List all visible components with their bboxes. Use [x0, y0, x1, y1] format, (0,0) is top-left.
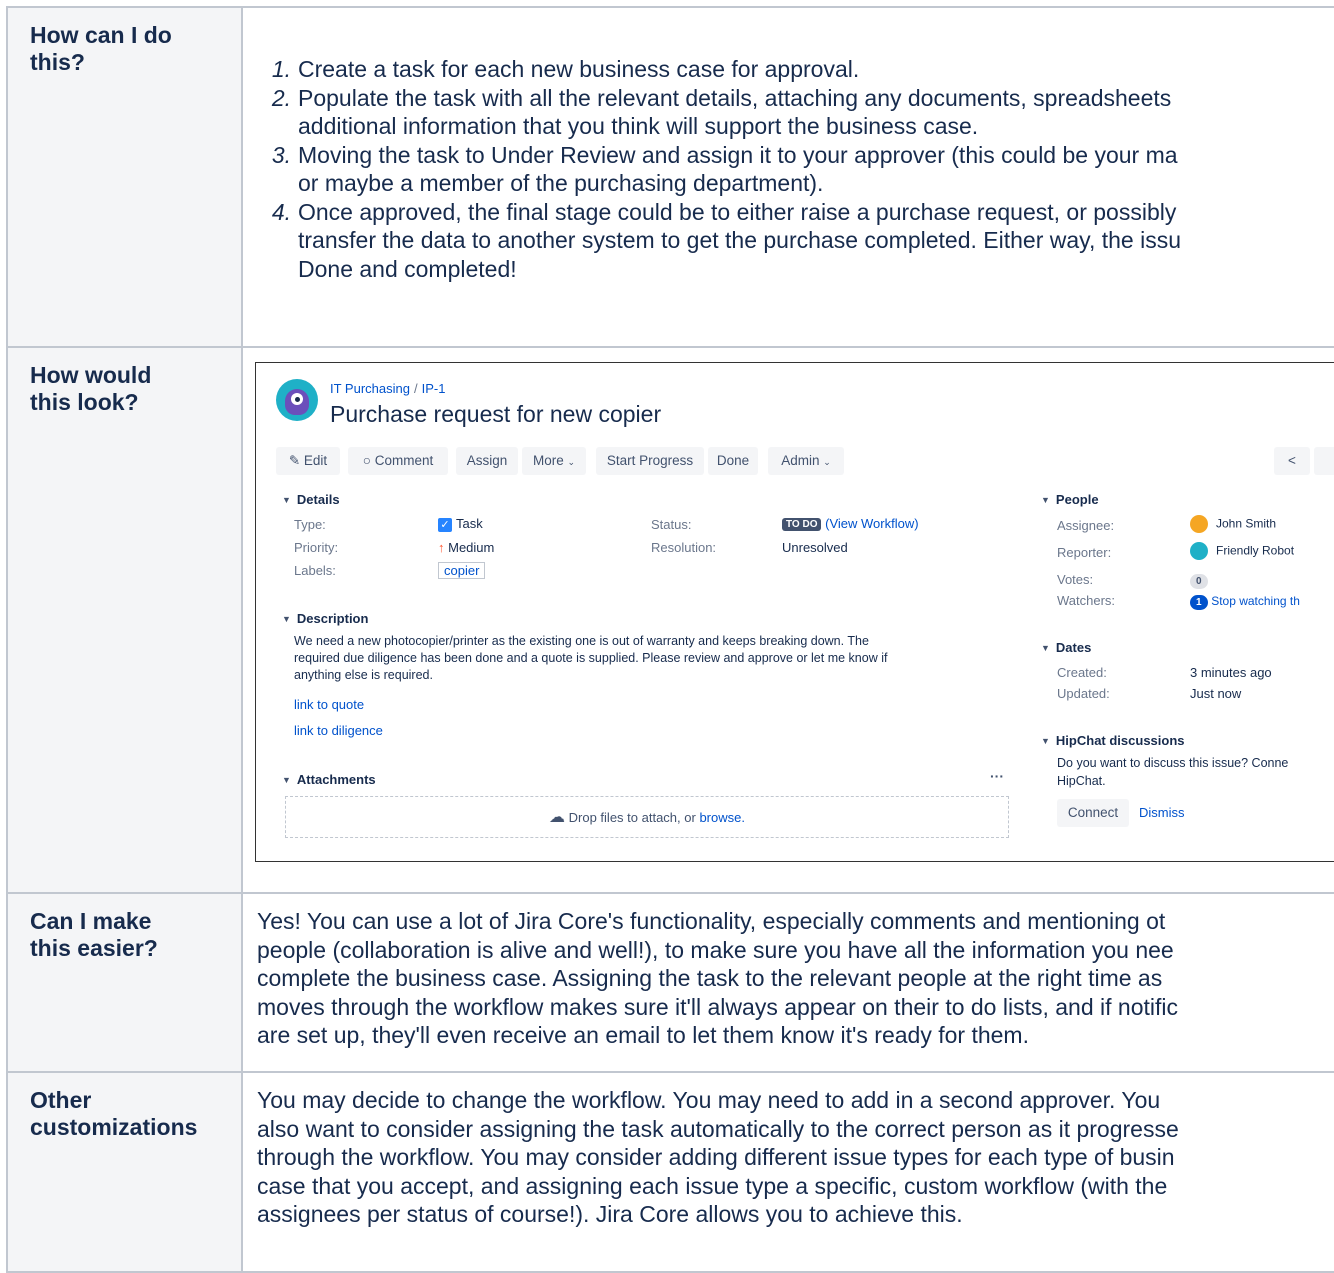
- resolution-value: Unresolved: [782, 540, 848, 555]
- list-item: 1. Create a task for each new business ca…: [271, 56, 860, 82]
- row-header: How would this look?: [30, 362, 152, 415]
- attachment-dropzone[interactable]: ☁ Drop files to attach, or browse.: [285, 796, 1009, 838]
- assign-button[interactable]: Assign: [456, 447, 518, 475]
- row-header-cell: How would this look?: [6, 346, 243, 894]
- people-heading[interactable]: ▼ People: [1041, 492, 1099, 507]
- votes-value[interactable]: 0: [1190, 572, 1208, 589]
- table-row: Other customizations You may decide to c…: [6, 1071, 1334, 1273]
- row-body-cell: Yes! You can use a lot of Jira Core's fu…: [241, 892, 1334, 1073]
- row-body-cell: 1. Create a task for each new business ca…: [241, 6, 1334, 348]
- comment-button[interactable]: ○ Comment: [348, 447, 448, 475]
- content-table: How can I do this? 1. Create a task for e…: [6, 6, 1334, 1273]
- status-badge[interactable]: TO DO: [782, 518, 822, 531]
- updated-label: Updated:: [1057, 686, 1110, 701]
- done-button[interactable]: Done: [708, 447, 758, 475]
- labels-label: Labels:: [294, 563, 336, 578]
- checkbox-icon: ✓: [438, 518, 452, 532]
- edit-button[interactable]: ✎ Edit: [276, 447, 340, 475]
- row-header: Other customizations: [30, 1087, 198, 1140]
- table-row: How would this look? IT Purchasing / IP-1 …: [6, 346, 1334, 894]
- breadcrumb-issue-key[interactable]: IP-1: [422, 381, 446, 396]
- details-heading[interactable]: ▼ Details: [282, 492, 340, 507]
- comment-icon: ○: [362, 453, 371, 468]
- watchers-label: Watchers:: [1057, 593, 1116, 608]
- priority-label: Priority:: [294, 540, 339, 555]
- attachments-more-button[interactable]: ···: [990, 768, 1004, 784]
- customizations-paragraph: You may decide to change the workflow. Y…: [257, 1087, 1179, 1227]
- resolution-label: Resolution:: [651, 540, 717, 555]
- dismiss-link[interactable]: Dismiss: [1139, 805, 1185, 820]
- pencil-icon: ✎: [288, 453, 301, 468]
- row-body-cell: You may decide to change the workflow. Y…: [241, 1071, 1334, 1273]
- votes-label: Votes:: [1057, 572, 1094, 587]
- breadcrumb-project[interactable]: IT Purchasing: [330, 381, 410, 396]
- updated-value: Just now: [1190, 686, 1242, 701]
- row-header: How can I do this?: [30, 22, 172, 75]
- table-row: Can I make this easier? Yes! You can use…: [6, 892, 1334, 1073]
- attachments-heading[interactable]: ▼ Attachments: [282, 772, 376, 787]
- row-body-cell: IT Purchasing / IP-1 Purchase request for …: [241, 346, 1334, 894]
- type-label: Type:: [294, 517, 326, 532]
- cloud-upload-icon: ☁: [549, 809, 566, 826]
- hipchat-heading[interactable]: ▼ HipChat discussions: [1041, 733, 1185, 748]
- row-header-cell: Other customizations: [6, 1071, 243, 1273]
- share-icon: <: [1288, 453, 1296, 468]
- project-avatar: [276, 379, 318, 421]
- chevron-down-icon: ▼: [1041, 495, 1050, 505]
- watchers-value[interactable]: 1 Stop watching th: [1190, 593, 1300, 610]
- chevron-down-icon: ⌄: [567, 457, 576, 467]
- list-item: 3. Moving the task to Under Review and as…: [271, 141, 1178, 197]
- list-item: 2. Populate the task with all the relevan…: [271, 84, 1172, 140]
- dates-heading[interactable]: ▼ Dates: [1041, 640, 1091, 655]
- stop-watching-link[interactable]: Stop watching th: [1211, 594, 1300, 608]
- more-button[interactable]: More ⌄: [522, 447, 586, 475]
- status-label: Status:: [651, 517, 692, 532]
- table-row: How can I do this? 1. Create a task for e…: [6, 6, 1334, 348]
- link-to-quote[interactable]: link to quote: [294, 697, 364, 712]
- browse-link[interactable]: browse.: [699, 810, 745, 825]
- row-header: Can I make this easier?: [30, 908, 158, 961]
- chevron-down-icon: ▼: [282, 614, 291, 624]
- reporter-value[interactable]: Friendly Robot: [1190, 542, 1294, 560]
- chevron-down-icon: ▼: [282, 495, 291, 505]
- connect-button[interactable]: Connect: [1057, 799, 1129, 827]
- created-value: 3 minutes ago: [1190, 665, 1272, 680]
- created-label: Created:: [1057, 665, 1107, 680]
- chevron-down-icon: ▼: [282, 775, 291, 785]
- row-header-cell: Can I make this easier?: [6, 892, 243, 1073]
- arrow-up-icon: ↑: [438, 540, 445, 555]
- chevron-down-icon: ⌄: [823, 457, 831, 467]
- hipchat-text: Do you want to discuss this issue? Conne…: [1057, 756, 1289, 788]
- issue-title: Purchase request for new copier: [330, 401, 662, 427]
- chevron-down-icon: ▼: [1041, 736, 1050, 746]
- jira-issue-screenshot: IT Purchasing / IP-1 Purchase request for …: [255, 362, 1334, 862]
- chevron-down-icon: ▼: [1041, 643, 1050, 653]
- start-progress-button[interactable]: Start Progress: [596, 447, 704, 475]
- row-header-cell: How can I do this?: [6, 6, 243, 348]
- assignee-label: Assignee:: [1057, 518, 1115, 533]
- status-value: TO DO (View Workflow): [782, 516, 919, 532]
- view-workflow-link[interactable]: (View Workflow): [825, 516, 918, 531]
- breadcrumb: IT Purchasing / IP-1: [330, 381, 446, 396]
- labels-value[interactable]: copier: [438, 562, 486, 579]
- reporter-label: Reporter:: [1057, 545, 1112, 560]
- easier-paragraph: Yes! You can use a lot of Jira Core's fu…: [257, 908, 1178, 1048]
- avatar: [1190, 515, 1208, 533]
- share-button[interactable]: <: [1274, 447, 1310, 475]
- avatar: [1190, 542, 1208, 560]
- assignee-value[interactable]: John Smith: [1190, 515, 1276, 533]
- admin-button[interactable]: Admin ⌄: [768, 447, 844, 475]
- link-to-diligence[interactable]: link to diligence: [294, 723, 383, 738]
- priority-value: ↑ Medium: [438, 540, 495, 555]
- export-button[interactable]: [1314, 447, 1334, 475]
- description-text: We need a new photocopier/printer as the…: [294, 634, 888, 682]
- steps-list: 1. Create a task for each new business ca…: [244, 9, 1334, 283]
- description-heading[interactable]: ▼ Description: [282, 611, 368, 626]
- list-item: 4. Once approved, the final stage could b…: [271, 198, 1181, 282]
- type-value: ✓ Task: [438, 516, 483, 532]
